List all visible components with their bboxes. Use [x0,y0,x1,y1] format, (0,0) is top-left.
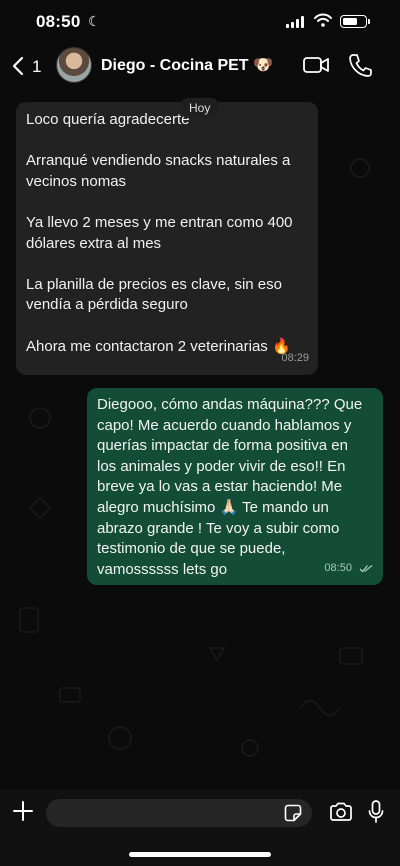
outgoing-message[interactable]: Diegooo, cómo andas máquina??? Que capo!… [87,388,383,585]
camera-button[interactable] [329,802,353,822]
sticker-button[interactable] [284,804,302,822]
message-input[interactable] [46,799,312,827]
voice-call-button[interactable] [348,52,372,78]
back-button[interactable]: 1 [10,52,46,80]
wifi-icon [314,13,332,27]
contact-name[interactable]: Diego - Cocina PET 🐶 [101,55,273,75]
home-indicator[interactable] [129,852,271,857]
message-paragraph: La planilla de precios es clave, sin eso… [26,275,282,314]
message-time-status: 08:50 [324,558,373,579]
status-bar: 08:50 ☾ [0,0,400,44]
message-text: Diegooo, cómo andas máquina??? Que capo!… [97,396,363,578]
message-paragraph: Ya llevo 2 meses y me entran como 400 dó… [26,213,293,252]
message-composer [0,790,400,866]
unread-count: 1 [32,57,42,76]
battery-icon [340,15,370,28]
date-chip: Hoy [180,98,220,118]
video-call-button[interactable] [302,53,330,77]
cellular-signal-icon [286,16,304,28]
chevron-left-icon [12,56,24,76]
double-check-icon [359,564,373,573]
status-time: 08:50 [36,12,81,31]
contact-avatar[interactable] [56,47,92,83]
chat-header: 1 Diego - Cocina PET 🐶 [0,44,400,88]
moon-icon: ☾ [88,13,101,29]
incoming-message[interactable]: Loco quería agradecerte Arranqué vendien… [16,102,318,375]
microphone-button[interactable] [368,800,384,824]
message-time: 08:50 [324,562,352,575]
message-paragraph: Loco quería agradecerte [26,111,190,128]
message-paragraph: Arranqué vendiendo snacks naturales a ve… [26,152,291,190]
message-paragraph: Ahora me contactaron 2 veterinarias 🔥 [26,337,291,355]
chat-area[interactable]: Loco quería agradecerte Arranqué vendien… [0,88,400,790]
message-time: 08:29 [281,352,309,365]
attach-plus-button[interactable] [12,800,34,822]
